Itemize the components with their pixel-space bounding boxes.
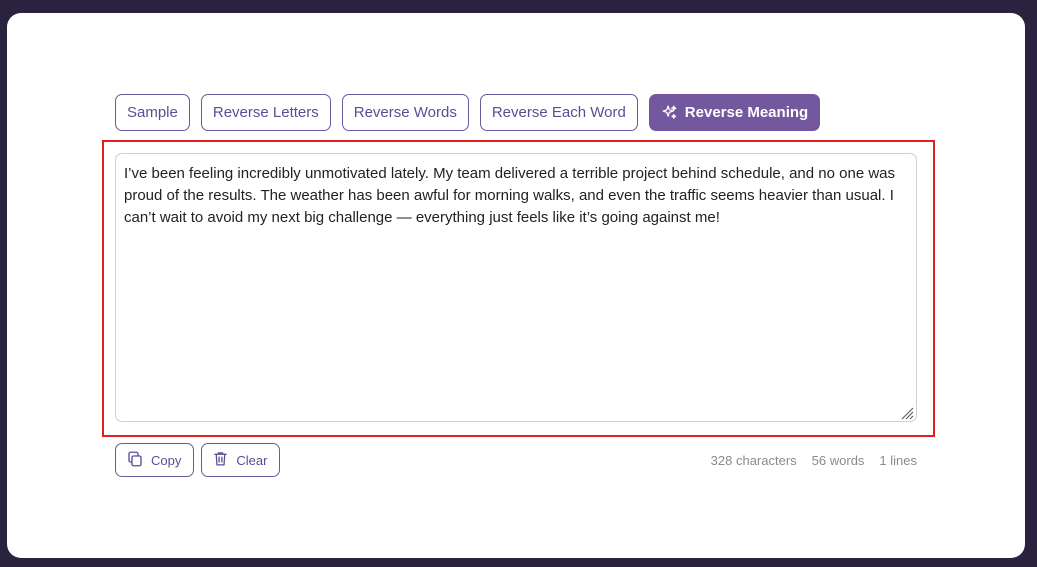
reverse-each-word-button[interactable]: Reverse Each Word	[479, 94, 638, 131]
reverse-letters-button[interactable]: Reverse Letters	[200, 94, 331, 131]
text-input-area[interactable]: I’ve been feeling incredibly unmotivated…	[115, 153, 917, 422]
character-count: 328 characters	[710, 452, 797, 468]
line-count: 1 lines	[879, 452, 917, 468]
reverse-meaning-label: Reverse Meaning	[684, 104, 809, 121]
copy-icon	[126, 450, 144, 471]
editor-text: I’ve been feeling incredibly unmotivated…	[124, 165, 896, 226]
reverse-words-button[interactable]: Reverse Words	[341, 94, 469, 131]
editor-footer: Copy Clear 328 characters 56 words 1 lin…	[115, 443, 917, 477]
word-count: 56 words	[811, 452, 865, 468]
clear-button[interactable]: Clear	[201, 443, 281, 477]
reverse-words-label: Reverse Words	[353, 104, 457, 121]
resize-handle-icon[interactable]	[900, 405, 914, 420]
text-stats: 328 characters 56 words 1 lines	[711, 453, 917, 468]
trash-icon	[212, 450, 229, 470]
reverse-letters-label: Reverse Letters	[212, 104, 319, 121]
mode-toolbar: Sample Reverse Letters Reverse Words Rev…	[115, 94, 821, 131]
copy-label: Copy	[151, 452, 182, 468]
reverse-each-word-label: Reverse Each Word	[491, 104, 626, 121]
clear-label: Clear	[236, 452, 268, 468]
sample-button-label: Sample	[127, 104, 178, 121]
sample-button[interactable]: Sample	[115, 94, 190, 131]
copy-button[interactable]: Copy	[115, 443, 195, 477]
sparkles-icon	[661, 104, 678, 121]
reverse-meaning-button[interactable]: Reverse Meaning	[648, 94, 821, 131]
